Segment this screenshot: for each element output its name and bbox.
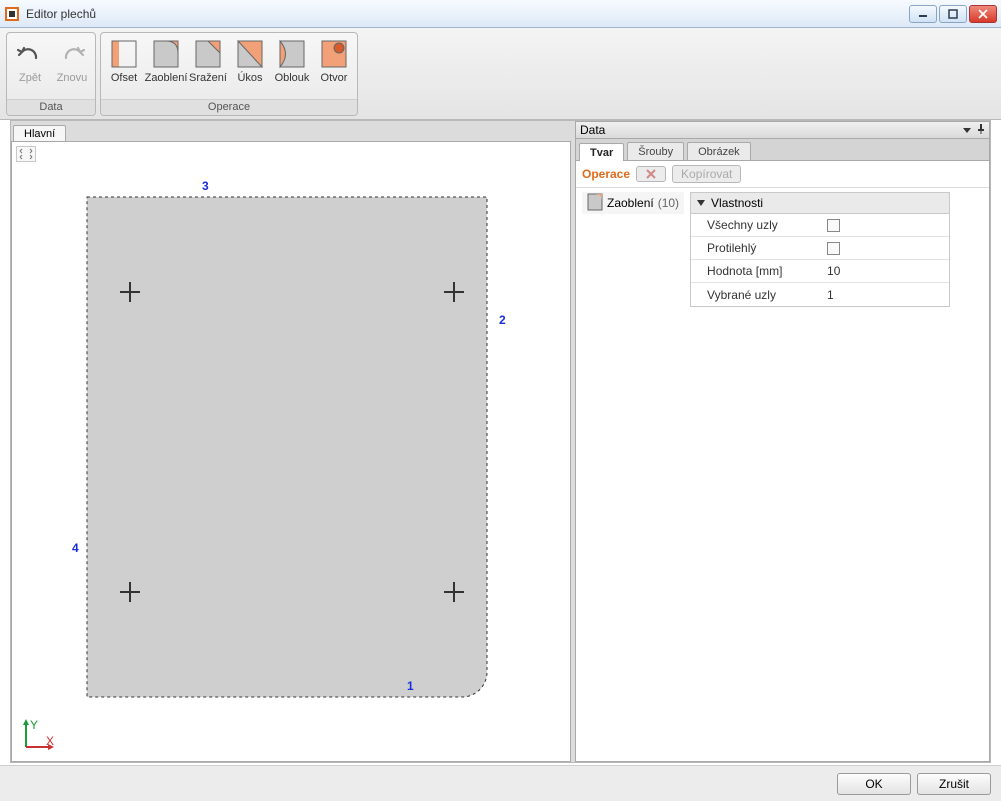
main-area: Hlavní 3 2 1 4 — [10, 120, 991, 763]
prop-row-opposite[interactable]: Protilehlý — [691, 237, 949, 260]
ok-label: OK — [865, 777, 882, 791]
operation-list: Zaoblení (10) — [582, 192, 684, 214]
prop-row-value[interactable]: Hodnota [mm] 10 — [691, 260, 949, 283]
prop-label: Vybrané uzly — [691, 288, 821, 302]
redo-icon — [56, 38, 88, 70]
right-pane: Data Tvar Šrouby Obrázek Operace — [575, 121, 990, 762]
copy-operation-button[interactable]: Kopírovat — [672, 165, 741, 183]
chamfer-label: Sražení — [189, 72, 227, 84]
data-panel-body: Tvar Šrouby Obrázek Operace Kopírovat — [575, 139, 990, 762]
redo-button[interactable]: Znovu — [52, 36, 92, 86]
edge-label-top: 3 — [202, 179, 209, 193]
undo-button[interactable]: Zpět — [10, 36, 50, 86]
prop-label: Všechny uzly — [691, 218, 821, 232]
minimize-button[interactable] — [909, 5, 937, 23]
ribbon-group-data-label: Data — [7, 99, 95, 115]
offset-label: Ofset — [111, 72, 137, 84]
left-pane: Hlavní 3 2 1 4 — [11, 121, 571, 762]
operations-label: Operace — [582, 167, 630, 181]
chamfer-icon — [192, 38, 224, 70]
offset-button[interactable]: Ofset — [104, 36, 144, 86]
undo-label: Zpět — [19, 72, 41, 84]
fillet-icon — [150, 38, 182, 70]
ribbon-group-data: Zpět Znovu Data — [6, 32, 96, 116]
ok-button[interactable]: OK — [837, 773, 911, 795]
window-title: Editor plechů — [26, 7, 909, 21]
hole-icon — [318, 38, 350, 70]
axis-x-label: X — [46, 734, 54, 748]
operations-area: Zaoblení (10) Vlastnosti Všechny uzly Pr… — [576, 188, 989, 311]
property-grid: Vlastnosti Všechny uzly Protilehlý Hodno… — [690, 192, 950, 307]
prop-label: Hodnota [mm] — [691, 264, 821, 278]
collapse-icon — [697, 200, 705, 206]
redo-label: Znovu — [57, 72, 88, 84]
ribbon-group-operations: Ofset Zaoblení Sražení Úkos — [100, 32, 358, 116]
bevel-label: Úkos — [237, 72, 262, 84]
undo-icon — [14, 38, 46, 70]
checkbox-all-nodes[interactable] — [827, 219, 840, 232]
ribbon: Zpět Znovu Data Ofset Zaob — [0, 28, 1001, 120]
window-buttons — [909, 5, 997, 23]
property-grid-header[interactable]: Vlastnosti — [691, 193, 949, 214]
arc-button[interactable]: Oblouk — [272, 36, 312, 86]
fillet-label: Zaoblení — [145, 72, 188, 84]
cancel-label: Zrušit — [939, 777, 969, 791]
operation-item-name: Zaoblení — [607, 196, 654, 210]
axis-y-label: Y — [30, 718, 38, 732]
hole-label: Otvor — [321, 72, 348, 84]
edge-label-right: 2 — [499, 313, 506, 327]
prop-row-all-nodes[interactable]: Všechny uzly — [691, 214, 949, 237]
hole-button[interactable]: Otvor — [314, 36, 354, 86]
viewport[interactable]: 3 2 1 4 Y X — [11, 141, 571, 762]
data-panel-title: Data — [580, 123, 605, 137]
cancel-button[interactable]: Zrušit — [917, 773, 991, 795]
chamfer-button[interactable]: Sražení — [188, 36, 228, 86]
prop-value[interactable]: 10 — [821, 264, 949, 278]
view-tabstrip: Hlavní — [11, 121, 571, 141]
panel-pin-icon[interactable] — [977, 123, 985, 137]
edge-label-left: 4 — [72, 541, 79, 555]
maximize-button[interactable] — [939, 5, 967, 23]
plate-canvas: 3 2 1 4 — [12, 142, 571, 742]
coordinate-axes: Y X — [20, 717, 56, 753]
fillet-button[interactable]: Zaoblení — [146, 36, 186, 86]
bevel-icon — [234, 38, 266, 70]
tab-main[interactable]: Hlavní — [13, 125, 66, 141]
operations-toolbar: Operace Kopírovat — [576, 161, 989, 188]
dialog-button-bar: OK Zrušit — [0, 765, 1001, 801]
data-subtabs: Tvar Šrouby Obrázek — [576, 139, 989, 161]
property-grid-title: Vlastnosti — [711, 196, 763, 210]
delete-operation-button[interactable] — [636, 166, 666, 182]
bevel-button[interactable]: Úkos — [230, 36, 270, 86]
subtab-image[interactable]: Obrázek — [687, 142, 751, 160]
operation-item-fillet[interactable]: Zaoblení (10) — [582, 192, 684, 214]
subtab-shape[interactable]: Tvar — [579, 143, 624, 161]
arc-label: Oblouk — [275, 72, 310, 84]
edge-label-bottom: 1 — [407, 679, 414, 693]
arc-icon — [276, 38, 308, 70]
app-icon — [4, 6, 20, 22]
prop-row-selected[interactable]: Vybrané uzly 1 — [691, 283, 949, 306]
prop-label: Protilehlý — [691, 241, 821, 255]
prop-value[interactable]: 1 — [821, 288, 949, 302]
operation-item-count: (10) — [658, 196, 679, 210]
data-panel-header: Data — [575, 121, 990, 139]
panel-dropdown-icon[interactable] — [963, 123, 971, 137]
ribbon-group-ops-label: Operace — [101, 99, 357, 115]
checkbox-opposite[interactable] — [827, 242, 840, 255]
close-button[interactable] — [969, 5, 997, 23]
titlebar: Editor plechů — [0, 0, 1001, 28]
offset-icon — [108, 38, 140, 70]
fillet-small-icon — [587, 193, 603, 214]
subtab-bolts[interactable]: Šrouby — [627, 142, 684, 160]
